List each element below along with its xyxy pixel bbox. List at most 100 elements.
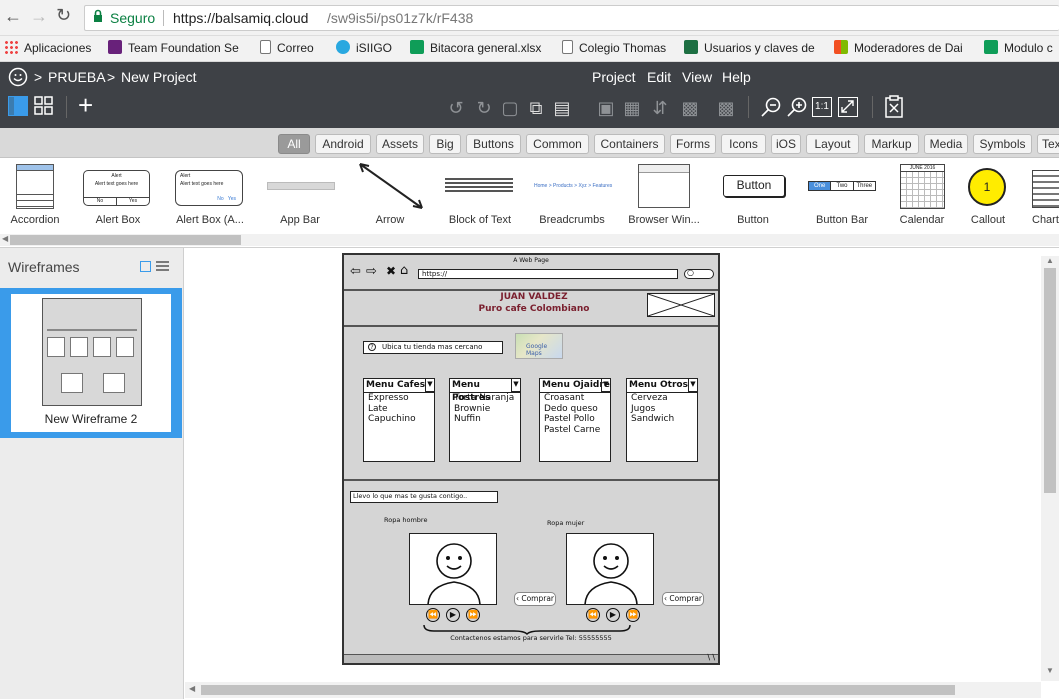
- category-big[interactable]: Big: [429, 134, 461, 154]
- canvas-h-scrollbar-thumb[interactable]: [201, 685, 955, 695]
- smiley-icon[interactable]: [8, 67, 28, 87]
- category-markup[interactable]: Markup: [864, 134, 919, 154]
- paste-icon[interactable]: ▤: [550, 96, 574, 120]
- alert-yes: Yes: [128, 198, 138, 204]
- single-view-icon[interactable]: [8, 96, 28, 116]
- men-media-controls: ⏪ ▶ ⏩: [426, 608, 486, 622]
- wireframe-name: New Wireframe 2: [44, 412, 138, 426]
- thumbnail-view-icon[interactable]: [140, 261, 151, 272]
- breadcrumbs-thumbnail: Home > Products > Xyz > Features: [534, 183, 613, 189]
- menu-postres-listbox: Menu Postres ▼ Torta Naranja Brownie Nuff…: [449, 378, 521, 462]
- component-browser-window[interactable]: Browser Win...: [624, 158, 704, 232]
- undo-icon[interactable]: ↺: [444, 96, 468, 120]
- library-scrollbar-thumb[interactable]: [10, 235, 241, 245]
- component-block-of-text[interactable]: Block of Text: [440, 158, 520, 232]
- grid-view-icon[interactable]: [34, 96, 54, 116]
- category-layout[interactable]: Layout: [806, 134, 859, 154]
- category-assets[interactable]: Assets: [376, 134, 424, 154]
- reload-icon[interactable]: ↻: [56, 5, 71, 26]
- buy-label: Comprar: [521, 594, 555, 603]
- bookmark-modulo[interactable]: Modulo c: [984, 40, 1059, 58]
- wireframe-thumbnail-selected[interactable]: New Wireframe 2: [0, 288, 182, 438]
- category-text[interactable]: Tex: [1037, 134, 1059, 154]
- category-ios[interactable]: iOS: [771, 134, 801, 154]
- component-arrow[interactable]: Arrow: [350, 158, 430, 232]
- bookmark-label: Correo: [277, 41, 314, 55]
- add-icon[interactable]: +: [78, 92, 93, 118]
- bookmark-apps[interactable]: Aplicaciones: [4, 40, 100, 58]
- component-button-bar[interactable]: One Two Three Button Bar: [802, 158, 882, 232]
- section-men-label: Ropa hombre: [384, 516, 428, 524]
- redo-icon[interactable]: ↻: [472, 96, 496, 120]
- category-icons[interactable]: Icons: [721, 134, 766, 154]
- back-icon[interactable]: ←: [4, 6, 22, 27]
- help-icon: ?: [368, 343, 376, 351]
- clear-icon[interactable]: [884, 95, 904, 119]
- library-scrollbar[interactable]: ◀: [0, 234, 1059, 246]
- bookmark-moderadores[interactable]: Moderadores de Dai: [834, 40, 972, 58]
- mockup-divider: [344, 289, 718, 291]
- apps-grid-icon: [4, 40, 18, 54]
- sheets-icon: [984, 40, 998, 54]
- bookmark-correo[interactable]: Correo: [260, 40, 324, 58]
- bookmark-team-foundation[interactable]: Team Foundation Se: [108, 40, 246, 58]
- button-bar-one: One: [809, 182, 831, 190]
- alert-yes: Yes: [227, 196, 236, 202]
- category-common[interactable]: Common: [526, 134, 589, 154]
- bookmark-colegio[interactable]: Colegio Thomas: [562, 40, 678, 58]
- breadcrumb-project[interactable]: New Project: [121, 69, 196, 85]
- zoom-in-icon[interactable]: [786, 96, 808, 118]
- category-buttons[interactable]: Buttons: [466, 134, 521, 154]
- arrange-icon[interactable]: ⇵: [648, 96, 672, 120]
- menu-otros-listbox: Menu Otros ▼ Cerveza Jugos Sandwich: [626, 378, 698, 462]
- menu-help[interactable]: Help: [722, 69, 751, 85]
- component-button[interactable]: Button Button: [713, 158, 793, 232]
- menu-edit[interactable]: Edit: [647, 69, 671, 85]
- fullscreen-icon[interactable]: [838, 97, 858, 117]
- list-item: Cerveza: [631, 393, 668, 403]
- web-page-mockup[interactable]: A Web Page ⇦ ⇨ ✖ ⌂ https:// ○ JUAN VALDE…: [342, 253, 720, 665]
- canvas-v-scrollbar[interactable]: ▲ ▼: [1041, 256, 1059, 681]
- scroll-left-icon[interactable]: ◀: [2, 234, 8, 243]
- component-app-bar[interactable]: App Bar: [260, 158, 340, 232]
- canvas-v-scrollbar-thumb[interactable]: [1044, 268, 1056, 493]
- bookmark-bitacora[interactable]: Bitacora general.xlsx: [410, 40, 548, 58]
- alert-box-thumbnail: Alert Alert text goes here No Yes: [83, 170, 150, 206]
- zoom-out-icon[interactable]: [760, 96, 782, 118]
- actual-size-icon[interactable]: 1:1: [812, 97, 832, 117]
- category-all[interactable]: All: [278, 134, 310, 154]
- bookmark-label: Bitacora general.xlsx: [430, 41, 542, 55]
- align-icon[interactable]: ▩: [678, 96, 702, 120]
- category-android[interactable]: Android: [315, 134, 371, 154]
- component-alert-box-alt[interactable]: Alert Alert text goes here No Yes Alert …: [170, 158, 250, 232]
- category-forms[interactable]: Forms: [670, 134, 716, 154]
- list-view-icon[interactable]: [156, 260, 169, 272]
- component-breadcrumbs[interactable]: Home > Products > Xyz > Features Breadcr…: [532, 158, 612, 232]
- bookmark-label: Usuarios y claves de: [704, 41, 815, 55]
- breadcrumb-project-group[interactable]: PRUEBA: [48, 69, 106, 85]
- copy-icon[interactable]: ⧉: [524, 96, 548, 120]
- bookmark-isiigo[interactable]: iSIIGO: [336, 40, 402, 58]
- menu-project[interactable]: Project: [592, 69, 636, 85]
- canvas-h-scrollbar[interactable]: ◀: [185, 682, 1041, 698]
- forward-icon[interactable]: →: [30, 6, 48, 27]
- category-symbols[interactable]: Symbols: [973, 134, 1032, 154]
- component-callout[interactable]: 1 Callout: [948, 158, 1028, 232]
- lock-element-icon[interactable]: ▩: [714, 96, 738, 120]
- scroll-left-icon[interactable]: ◀: [189, 684, 195, 693]
- play-icon: ▶: [606, 608, 620, 622]
- address-bar[interactable]: Seguro https://balsamiq.cloud /sw9is5i/p…: [84, 5, 1059, 31]
- category-containers[interactable]: Containers: [594, 134, 665, 154]
- scroll-down-icon[interactable]: ▼: [1046, 666, 1054, 675]
- component-alert-box[interactable]: Alert Alert text goes here No Yes Alert …: [78, 158, 158, 232]
- category-media[interactable]: Media: [924, 134, 968, 154]
- menu-view[interactable]: View: [682, 69, 712, 85]
- group-icon[interactable]: ▣: [594, 96, 618, 120]
- scroll-up-icon[interactable]: ▲: [1046, 256, 1054, 265]
- cut-icon[interactable]: ▢: [498, 96, 522, 120]
- ungroup-icon[interactable]: ▦: [620, 96, 644, 120]
- bookmark-usuarios[interactable]: Usuarios y claves de: [684, 40, 820, 58]
- component-chart[interactable]: Chart: [1022, 158, 1059, 232]
- bookmark-label: Aplicaciones: [24, 41, 92, 55]
- bookmark-label: Colegio Thomas: [579, 41, 667, 55]
